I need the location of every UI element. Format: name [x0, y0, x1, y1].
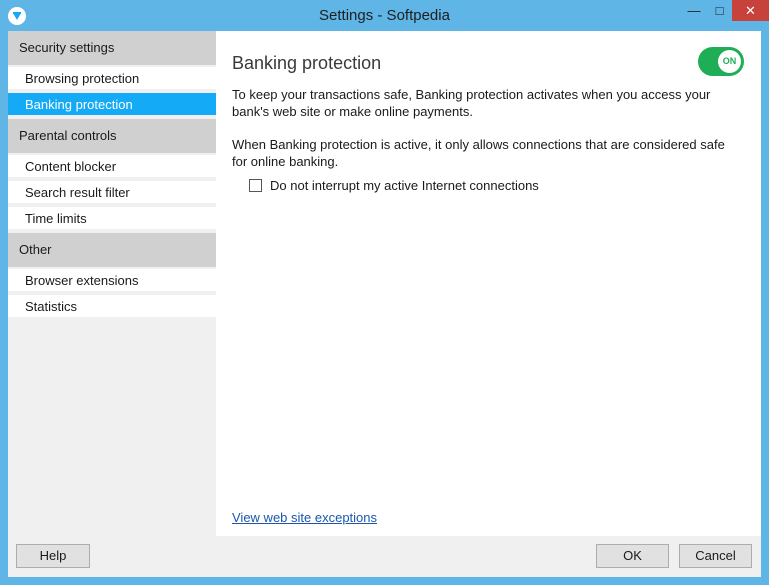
sidebar-item-statistics[interactable]: Statistics [8, 295, 216, 319]
banking-protection-toggle[interactable]: ON [698, 47, 744, 76]
window-title: Settings - Softpedia [319, 7, 450, 24]
do-not-interrupt-option[interactable]: Do not interrupt my active Internet conn… [249, 178, 539, 193]
sidebar-item-search-result-filter[interactable]: Search result filter [8, 181, 216, 205]
cancel-button[interactable]: Cancel [679, 544, 752, 568]
maximize-icon[interactable]: □ [707, 0, 732, 21]
footer: Help OK Cancel [8, 536, 761, 577]
ok-button[interactable]: OK [596, 544, 669, 568]
help-button[interactable]: Help [16, 544, 90, 568]
sidebar-section-other[interactable]: Other [8, 233, 216, 267]
view-web-site-exceptions-link[interactable]: View web site exceptions [232, 510, 377, 525]
sidebar-item-browsing-protection[interactable]: Browsing protection [8, 67, 216, 91]
sidebar-item-banking-protection[interactable]: Banking protection [8, 93, 216, 117]
do-not-interrupt-checkbox[interactable] [249, 179, 262, 192]
title-bar[interactable]: Settings - Softpedia — □ ✕ [0, 0, 769, 31]
description-paragraph-2: When Banking protection is active, it on… [232, 137, 725, 169]
minimize-icon[interactable]: — [681, 0, 707, 21]
sidebar: Security settings Browsing protection Ba… [8, 31, 216, 536]
page-title: Banking protection [232, 53, 382, 73]
sidebar-section-parental-controls[interactable]: Parental controls [8, 119, 216, 153]
do-not-interrupt-label: Do not interrupt my active Internet conn… [270, 178, 539, 193]
sidebar-section-security[interactable]: Security settings [8, 31, 216, 65]
main-panel: Banking protection ON To keep your trans… [216, 31, 761, 536]
toggle-label: ON [718, 50, 741, 73]
sidebar-item-browser-extensions[interactable]: Browser extensions [8, 269, 216, 293]
settings-window: Settings - Softpedia — □ ✕ Security sett… [0, 0, 769, 585]
client-area: Security settings Browsing protection Ba… [8, 31, 761, 577]
sidebar-item-time-limits[interactable]: Time limits [8, 207, 216, 231]
sidebar-item-content-blocker[interactable]: Content blocker [8, 155, 216, 179]
description-paragraph-1: To keep your transactions safe, Banking … [232, 87, 711, 119]
close-icon[interactable]: ✕ [732, 0, 769, 21]
